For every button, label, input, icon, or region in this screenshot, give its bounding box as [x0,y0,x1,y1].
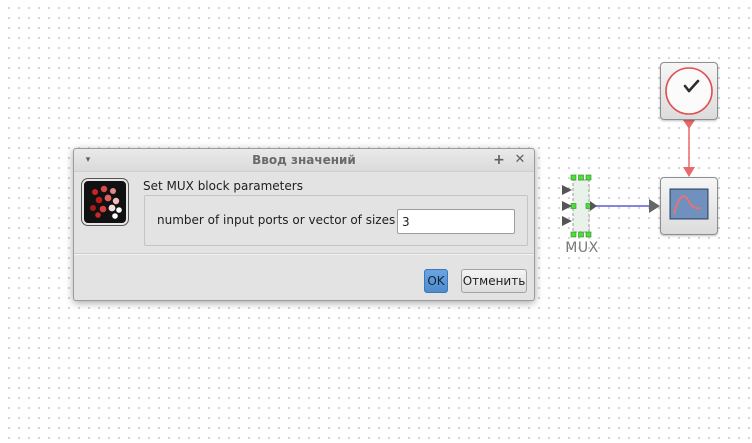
mux-input-port-1[interactable] [562,185,572,195]
mux-output-port[interactable] [590,201,597,211]
scilab-icon [82,179,128,225]
ports-field-input[interactable] [397,209,515,234]
mux-input-port-2[interactable] [562,201,572,211]
cancel-button[interactable]: Отменить [461,269,527,293]
ports-field-label: number of input ports or vector of sizes [157,213,396,227]
mux-shape [562,174,597,238]
event-input-port[interactable] [683,167,695,177]
mux-block[interactable] [562,174,597,238]
scope-input-port[interactable] [649,199,660,213]
dialog-titlebar[interactable]: ▾ Ввод значений + ✕ [74,149,534,172]
scope-block[interactable] [660,177,718,235]
clock-block[interactable] [660,62,718,120]
dialog-header: Set MUX block parameters [143,179,303,193]
pin-icon[interactable]: + [491,152,507,168]
clock-output-port[interactable] [683,120,695,129]
close-icon[interactable]: ✕ [512,152,528,168]
mux-input-port-3[interactable] [562,216,572,226]
scope-plot-icon [669,188,709,220]
params-group: number of input ports or vector of sizes [144,195,528,246]
dialog-separator [74,253,534,255]
dialog-title: Ввод значений [252,153,356,167]
set-params-dialog: ▾ Ввод значений + ✕ Set MUX block parame… [73,148,535,301]
clock-icon [665,67,713,115]
ok-button[interactable]: OK [424,269,448,293]
mux-label: MUX [565,240,599,256]
